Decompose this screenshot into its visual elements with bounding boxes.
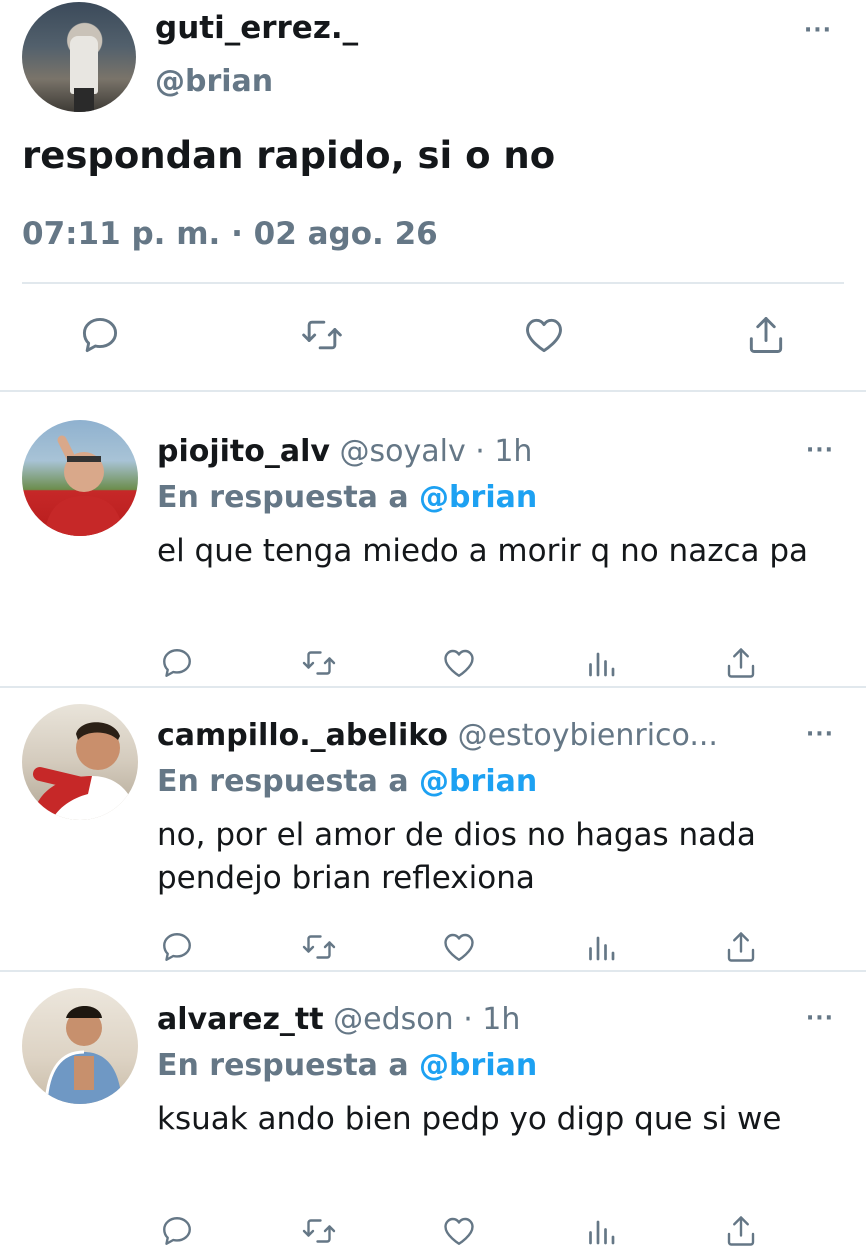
main-tweet: guti_errez._ @brian ··· respondan rapido… — [0, 0, 866, 390]
tweet-timestamp[interactable]: 07:11 p. m. · 02 ago. 26 — [22, 216, 438, 252]
reply-icon — [82, 317, 118, 353]
share-icon — [727, 648, 755, 678]
reply-icon — [163, 649, 191, 677]
share-button[interactable] — [716, 635, 766, 691]
tweet-text: respondan rapido, si o no — [22, 134, 556, 177]
divider — [0, 686, 866, 688]
reply-text: el que tenga miedo a morir q no nazca pa — [157, 533, 809, 569]
like-button[interactable] — [514, 300, 574, 370]
retweet-button[interactable] — [294, 1203, 344, 1259]
more-options-icon[interactable]: ··· — [806, 1006, 834, 1031]
avatar[interactable] — [22, 988, 138, 1104]
retweet-icon — [302, 320, 342, 350]
reply-actions — [0, 919, 866, 975]
tweet-actions — [0, 300, 866, 370]
avatar-figure — [44, 1006, 122, 1104]
author-name[interactable]: guti_errez._ — [155, 10, 358, 46]
author-handle[interactable]: @soyalv · 1h — [340, 434, 533, 469]
author-handle[interactable]: @brian — [155, 64, 273, 99]
heart-icon — [444, 933, 474, 961]
analytics-button[interactable] — [576, 1203, 626, 1259]
avatar[interactable] — [22, 420, 138, 536]
in-reply-prefix: En respuesta a — [157, 480, 420, 515]
reply-button[interactable] — [152, 635, 202, 691]
mention-link[interactable]: @brian — [419, 1048, 537, 1083]
retweet-button[interactable] — [294, 919, 344, 975]
analytics-icon — [589, 1220, 615, 1245]
author-handle[interactable]: @estoybienrico... — [458, 718, 718, 753]
analytics-button[interactable] — [576, 635, 626, 691]
in-reply-prefix: En respuesta a — [157, 764, 420, 799]
reply-tweet: campillo._abeliko @estoybienrico... ··· … — [0, 694, 866, 976]
like-button[interactable] — [434, 1203, 484, 1259]
author-name[interactable]: alvarez_tt — [157, 1002, 324, 1037]
in-reply-prefix: En respuesta a — [157, 1048, 420, 1083]
avatar[interactable] — [22, 704, 138, 820]
heart-icon — [444, 1217, 474, 1245]
more-options-icon[interactable]: ··· — [806, 722, 834, 747]
share-icon — [727, 1216, 755, 1246]
reply-tweet: piojito_alv @soyalv · 1h ··· En respuest… — [0, 410, 866, 692]
author-handle[interactable]: @edson · 1h — [333, 1002, 520, 1037]
retweet-icon — [302, 651, 336, 675]
reply-button[interactable] — [152, 919, 202, 975]
reply-text: ksuak ando bien pedp yo digp que si we — [157, 1101, 782, 1137]
reply-actions — [0, 1203, 866, 1259]
share-button[interactable] — [736, 300, 796, 370]
share-button[interactable] — [716, 1203, 766, 1259]
analytics-icon — [589, 652, 615, 677]
reply-header: campillo._abeliko @estoybienrico... — [157, 718, 787, 753]
author-name[interactable]: campillo._abeliko — [157, 718, 448, 753]
avatar-figure — [44, 435, 124, 536]
reply-icon — [163, 933, 191, 961]
divider — [0, 970, 866, 972]
retweet-button[interactable] — [292, 300, 352, 370]
avatar-figure — [70, 36, 98, 94]
author-name[interactable]: piojito_alv — [157, 434, 330, 469]
avatar-figure — [32, 722, 138, 820]
like-button[interactable] — [434, 919, 484, 975]
more-options-icon[interactable]: ··· — [804, 18, 832, 43]
avatar-figure-legs — [74, 88, 94, 112]
reply-button[interactable] — [152, 1203, 202, 1259]
reply-text: no, por el amor de dios no hagas nada pe… — [157, 817, 756, 896]
separator — [22, 282, 844, 284]
like-button[interactable] — [434, 635, 484, 691]
reply-header: piojito_alv @soyalv · 1h — [157, 434, 787, 469]
divider — [0, 390, 866, 392]
retweet-button[interactable] — [294, 635, 344, 691]
analytics-button[interactable] — [576, 919, 626, 975]
in-reply-to: En respuesta a @brian — [157, 764, 537, 799]
heart-icon — [444, 649, 474, 677]
reply-actions — [0, 635, 866, 691]
reply-icon — [163, 1217, 191, 1245]
in-reply-to: En respuesta a @brian — [157, 1048, 537, 1083]
retweet-icon — [302, 935, 336, 959]
mention-link[interactable]: @brian — [419, 764, 537, 799]
heart-icon — [526, 318, 562, 353]
mention-link[interactable]: @brian — [419, 480, 537, 515]
share-icon — [749, 317, 783, 353]
in-reply-to: En respuesta a @brian — [157, 480, 537, 515]
share-icon — [727, 932, 755, 962]
reply-tweet: alvarez_tt @edson · 1h ··· En respuesta … — [0, 978, 866, 1260]
share-button[interactable] — [716, 919, 766, 975]
analytics-icon — [589, 936, 615, 961]
avatar[interactable] — [22, 2, 136, 112]
retweet-icon — [302, 1219, 336, 1243]
reply-header: alvarez_tt @edson · 1h — [157, 1002, 787, 1037]
reply-button[interactable] — [70, 300, 130, 370]
more-options-icon[interactable]: ··· — [806, 438, 834, 463]
